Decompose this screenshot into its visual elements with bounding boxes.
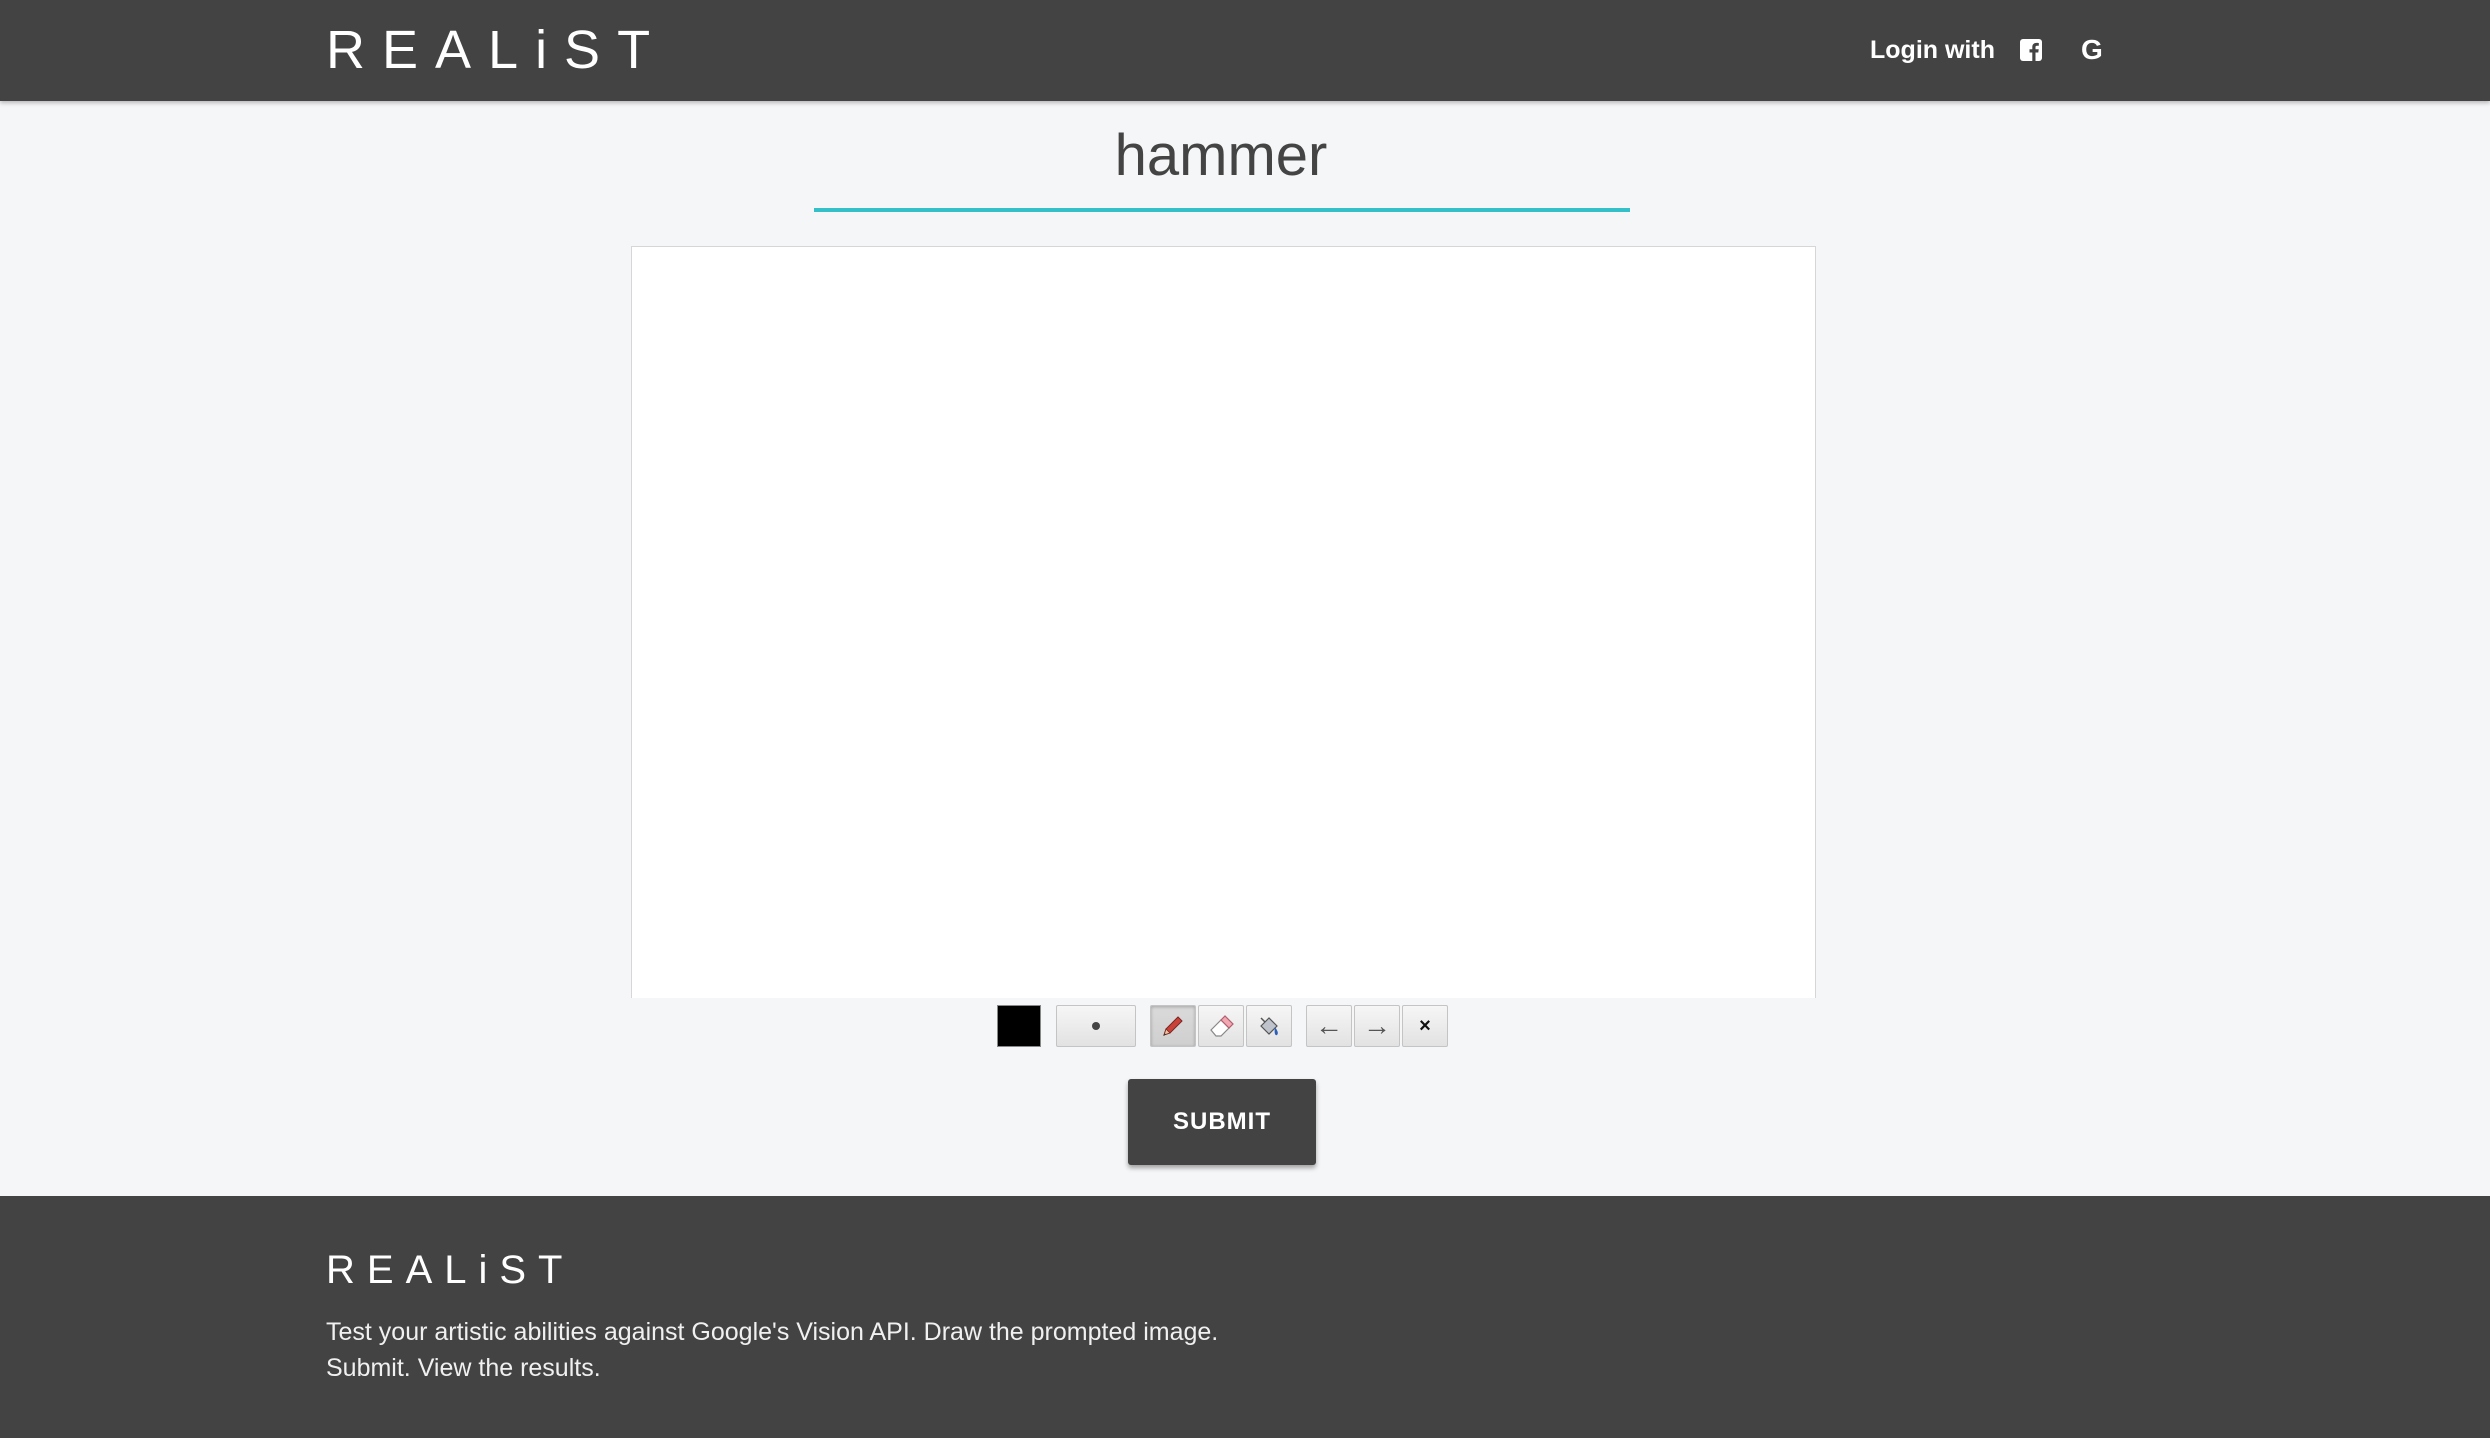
drawing-canvas[interactable] [631, 246, 1816, 998]
redo-button[interactable]: → [1354, 1005, 1400, 1047]
facebook-icon [2019, 39, 2042, 61]
pencil-icon [1163, 1016, 1183, 1036]
submit-button[interactable]: SUBMIT [1128, 1079, 1316, 1165]
footer-description-line: Submit. View the results. [326, 1354, 601, 1382]
google-login-button[interactable]: G [2081, 30, 2103, 70]
footer-description: Test your artistic abilities against Goo… [326, 1314, 1226, 1386]
facebook-login-button[interactable] [1995, 38, 2043, 62]
clear-canvas-button[interactable]: × [1402, 1005, 1448, 1047]
footer-description-line: Test your artistic abilities against Goo… [326, 1318, 1219, 1346]
prompt-word: hammer [1114, 123, 1328, 188]
brush-size-button[interactable] [1056, 1005, 1136, 1047]
fill-tool-button[interactable] [1246, 1005, 1292, 1047]
footer: REALiST Test your artistic abilities aga… [0, 1196, 2490, 1438]
close-icon: × [1419, 1014, 1431, 1037]
color-picker-swatch[interactable] [997, 1005, 1041, 1047]
dot-icon [1092, 1022, 1100, 1030]
prompt-underline [814, 208, 1630, 212]
right-arrow-icon: → [1363, 1010, 1391, 1041]
login-group: Login with G [1870, 30, 2103, 70]
pencil-tool-button[interactable] [1150, 1005, 1196, 1047]
site-logo[interactable]: REALiST [326, 18, 667, 82]
undo-button[interactable]: ← [1306, 1005, 1352, 1047]
top-nav-bar: REALiST Login with G [0, 0, 2490, 101]
footer-logo: REALiST [326, 1248, 575, 1292]
left-arrow-icon: ← [1315, 1010, 1343, 1041]
login-label: Login with [1870, 36, 1995, 64]
paint-bucket-icon [1260, 1017, 1278, 1036]
eraser-tool-button[interactable] [1198, 1005, 1244, 1047]
eraser-icon [1210, 1015, 1234, 1037]
